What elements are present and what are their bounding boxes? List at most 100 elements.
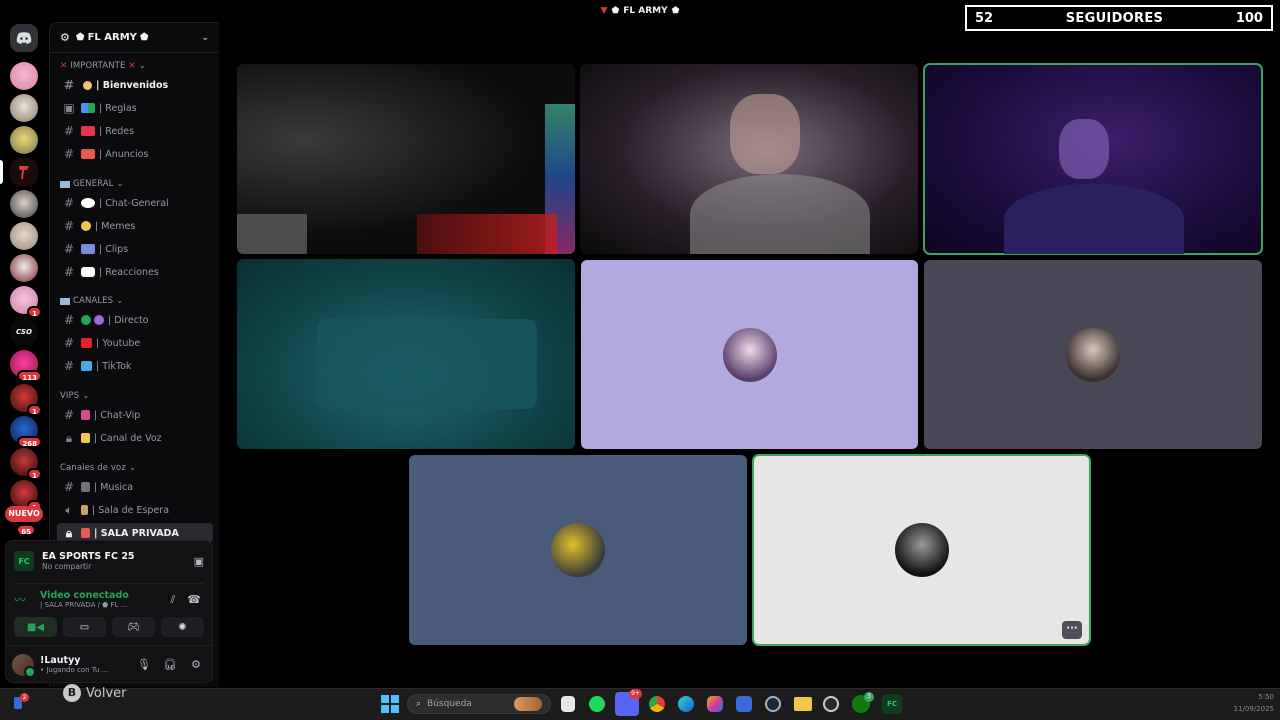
- category-vips[interactable]: VIPS ⌄: [60, 391, 89, 401]
- clock-date: 11/09/2025: [1233, 705, 1274, 713]
- channel-chat-vip[interactable]: # | Chat-Vip: [57, 405, 213, 425]
- taskbar-search[interactable]: ⌕ Búsqueda: [407, 694, 551, 714]
- ribbon-emoji-icon: [81, 126, 95, 136]
- voice-status[interactable]: Video conectado: [40, 590, 129, 601]
- search-placeholder: Búsqueda: [427, 699, 472, 709]
- mention-badge: 1: [27, 468, 42, 480]
- channel-canal-de-voz[interactable]: 🔒︎ | Canal de Voz: [57, 428, 213, 448]
- notification-button[interactable]: 2: [10, 693, 29, 713]
- camera-button[interactable]: ■◀: [14, 617, 57, 637]
- discord-home-button[interactable]: [10, 24, 38, 52]
- server-icon[interactable]: 1: [10, 384, 42, 416]
- store-icon[interactable]: [736, 696, 752, 712]
- more-options-button[interactable]: ···: [1062, 621, 1082, 639]
- activities-button[interactable]: 🎮︎: [112, 617, 155, 637]
- chevron-down-icon[interactable]: ⌄: [201, 33, 209, 43]
- windows-logo-icon: [391, 705, 399, 713]
- headphones-icon[interactable]: 🎧︎: [160, 658, 180, 671]
- channel-musica[interactable]: # | Musica: [57, 477, 213, 497]
- video-tile-speaking[interactable]: [923, 63, 1263, 255]
- voice-channel-path[interactable]: | SALA PRIVADA / ⬟ FL ...: [40, 601, 129, 609]
- lock-icon: 🔒︎: [65, 525, 73, 540]
- channel-label: TikTok: [102, 360, 132, 372]
- signal-icon[interactable]: 〰: [14, 591, 34, 608]
- steam-icon[interactable]: [765, 696, 781, 712]
- channel-label: Memes: [101, 220, 136, 232]
- fc25-taskbar-icon[interactable]: FC: [882, 694, 902, 714]
- channel-chat-general[interactable]: # | Chat-General: [57, 193, 213, 213]
- green-dot-icon: [81, 315, 91, 325]
- hash-icon: #: [63, 147, 75, 161]
- folder-icon[interactable]: [794, 697, 812, 711]
- category-importante[interactable]: ✕ IMPORTANTE ✕ ⌄: [60, 61, 146, 71]
- participant-tile[interactable]: [924, 260, 1262, 449]
- copilot-icon[interactable]: [707, 696, 723, 712]
- discord-taskbar-icon[interactable]: 9+: [615, 689, 642, 716]
- category-general[interactable]: GENERAL ⌄: [60, 179, 124, 189]
- hash-icon: #: [63, 196, 75, 210]
- server-icon[interactable]: [10, 62, 38, 90]
- clock-time: 5:50: [1258, 693, 1274, 701]
- new-badge[interactable]: NUEVO: [5, 506, 43, 522]
- channel-tiktok[interactable]: # | TikTok: [57, 356, 213, 376]
- chrome-icon[interactable]: [649, 696, 665, 712]
- server-icon[interactable]: [10, 126, 38, 154]
- channel-youtube[interactable]: # | Youtube: [57, 333, 213, 353]
- channel-label: Musica: [100, 481, 134, 493]
- video-tile[interactable]: [237, 259, 575, 449]
- channel-label: Sala de Espera: [98, 504, 170, 516]
- server-icon[interactable]: [10, 94, 38, 122]
- edge-icon[interactable]: [678, 696, 694, 712]
- channel-reglas[interactable]: ▣ | Reglas: [57, 98, 213, 118]
- pentagon-icon: ⬟: [671, 6, 680, 16]
- server-icon-fl-army[interactable]: [10, 158, 38, 186]
- participant-tile[interactable]: [409, 455, 747, 645]
- server-icon[interactable]: 113: [10, 350, 42, 382]
- category-voice-channels[interactable]: Canales de voz ⌄: [60, 463, 136, 473]
- back-hint[interactable]: B Volver: [63, 684, 127, 702]
- obs-icon[interactable]: [823, 696, 839, 712]
- video-tile[interactable]: [237, 64, 575, 254]
- server-header[interactable]: ⚙ ⬟ FL ARMY ⬟ ⌄: [50, 23, 219, 53]
- video-feed: [1059, 119, 1109, 179]
- category-canales[interactable]: CANALES ⌄: [60, 296, 123, 306]
- channel-reacciones[interactable]: # | Reacciones: [57, 262, 213, 282]
- xbox-icon[interactable]: 3: [852, 692, 874, 713]
- server-icon[interactable]: 268: [10, 416, 42, 448]
- server-icon[interactable]: 1: [10, 448, 42, 480]
- noise-suppression-icon[interactable]: ⫽: [162, 593, 184, 607]
- server-icon[interactable]: [10, 190, 38, 218]
- channel-sala-de-espera[interactable]: 🔈︎ | Sala de Espera: [57, 500, 213, 520]
- spotify-icon[interactable]: [589, 696, 605, 712]
- disconnect-icon[interactable]: ☎: [184, 593, 204, 606]
- server-icon[interactable]: [10, 254, 38, 282]
- discord-app: 1 CSO 113 1 268 1 1 NUEVO 65 ⚙ ⬟ FL ARMY…: [0, 0, 1280, 720]
- username[interactable]: !Lautyy: [40, 655, 108, 666]
- channel-bienvenidos[interactable]: # | Bienvenidos: [57, 75, 213, 95]
- server-icon[interactable]: 1: [10, 480, 42, 512]
- avatar: [551, 523, 605, 577]
- channel-clips[interactable]: # | Clips: [57, 239, 213, 259]
- channel-label: Bienvenidos: [102, 79, 169, 91]
- server-icon[interactable]: [10, 222, 38, 250]
- channel-memes[interactable]: # | Memes: [57, 216, 213, 236]
- participant-tile-speaking[interactable]: ···: [752, 454, 1091, 646]
- server-icon[interactable]: CSO: [10, 318, 38, 346]
- system-clock[interactable]: 5:50 11/09/2025: [1234, 691, 1274, 715]
- channel-anuncios[interactable]: # | Anuncios: [57, 144, 213, 164]
- server-icon[interactable]: 1: [10, 286, 42, 318]
- soundboard-button[interactable]: ✺: [161, 617, 204, 637]
- music-note-icon: [81, 482, 90, 492]
- start-button[interactable]: [381, 695, 399, 713]
- video-tile[interactable]: [580, 64, 918, 254]
- stream-game-icon[interactable]: ▣: [194, 555, 204, 568]
- participant-tile[interactable]: [581, 260, 918, 449]
- screen-share-button[interactable]: ▭: [63, 617, 106, 637]
- channel-directo[interactable]: # | Directo: [57, 310, 213, 330]
- avatar[interactable]: [12, 653, 36, 678]
- file-explorer-icon[interactable]: [561, 696, 575, 712]
- gear-icon[interactable]: ⚙: [186, 658, 206, 671]
- channel-redes[interactable]: # | Redes: [57, 121, 213, 141]
- microphone-icon[interactable]: 🎙︎: [134, 658, 154, 671]
- server-icon[interactable]: 65: [10, 524, 38, 538]
